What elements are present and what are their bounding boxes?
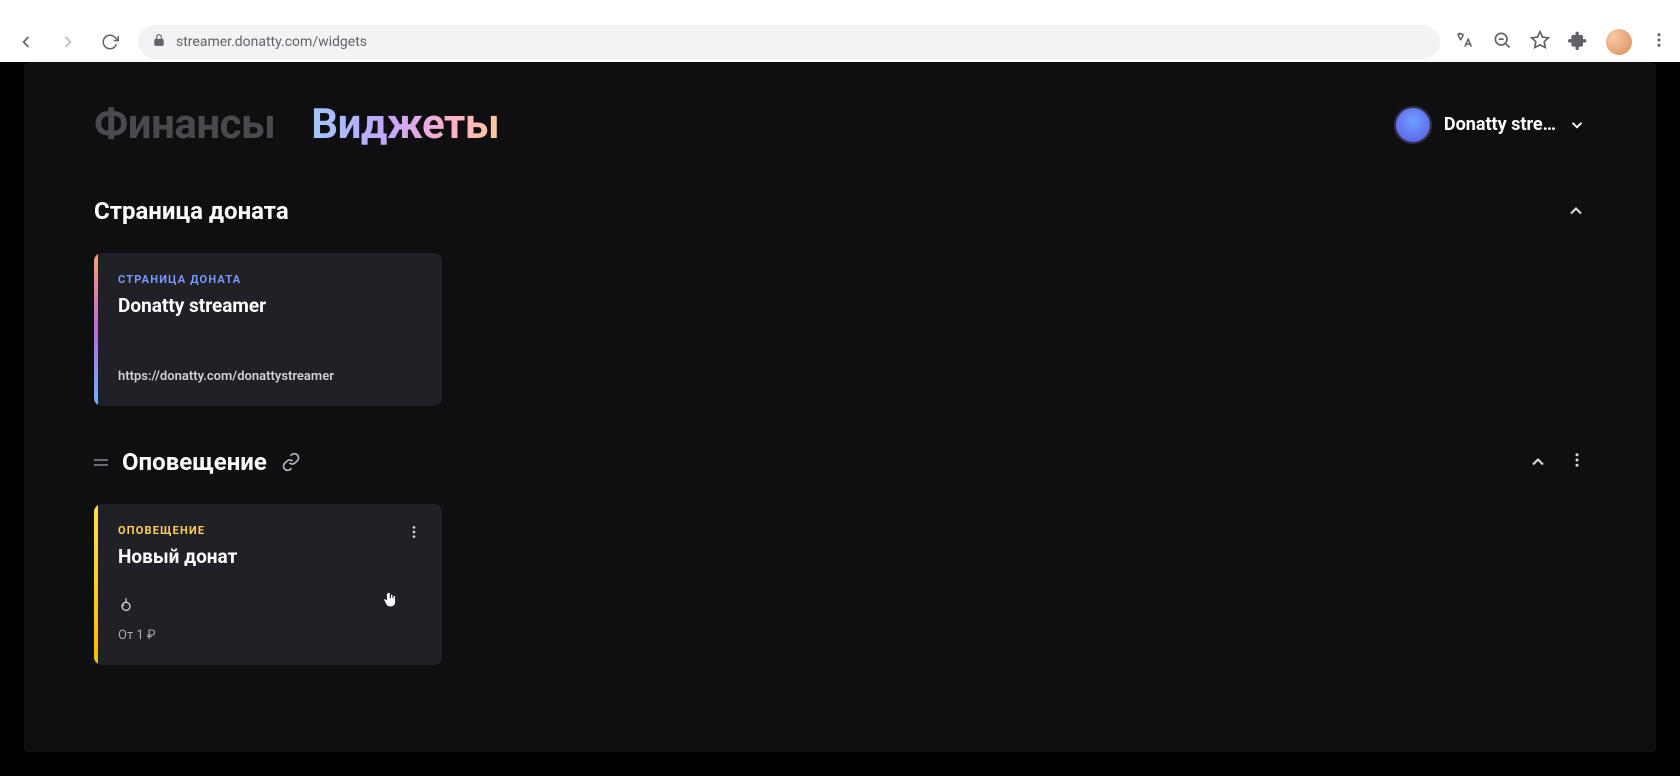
app-root: Финансы Виджеты Donatty stre… Страница д… (24, 62, 1656, 752)
browser-toolbar: streamer.donatty.com/widgets (0, 0, 1680, 62)
back-button[interactable] (12, 28, 40, 56)
donatty-icon (118, 596, 420, 618)
star-icon[interactable] (1530, 30, 1550, 54)
profile-avatar[interactable] (1606, 29, 1632, 55)
section-title-text: Оповещение (122, 448, 267, 476)
account-name: Donatty stre… (1444, 114, 1556, 135)
drag-handle-icon[interactable] (94, 459, 108, 466)
section-donation-page: Страница доната СТРАНИЦА ДОНАТА Donatty … (94, 197, 1586, 406)
translate-icon[interactable] (1454, 30, 1474, 54)
section-actions (1528, 451, 1586, 473)
tab-widgets[interactable]: Виджеты (311, 100, 499, 149)
account-menu[interactable]: Donatty stre… (1394, 106, 1586, 144)
card-title: Donatty streamer (118, 294, 420, 317)
header: Финансы Виджеты Donatty stre… (94, 100, 1586, 149)
reload-button[interactable] (96, 28, 124, 56)
collapse-button[interactable] (1528, 452, 1548, 472)
donation-page-card[interactable]: СТРАНИЦА ДОНАТА Donatty streamer https:/… (94, 253, 442, 406)
section-title: Страница доната (94, 197, 289, 225)
menu-icon[interactable] (1650, 31, 1668, 53)
card-title: Новый донат (118, 545, 420, 568)
main-tabs: Финансы Виджеты (94, 100, 499, 149)
lock-icon (152, 33, 166, 51)
card-more-button[interactable] (400, 518, 428, 550)
chevron-down-icon (1568, 116, 1586, 134)
address-bar[interactable]: streamer.donatty.com/widgets (138, 25, 1440, 59)
section-title-text: Страница доната (94, 197, 289, 225)
section-more-button[interactable] (1568, 451, 1586, 473)
section-head: Оповещение (94, 448, 1586, 476)
browser-right-icons (1454, 29, 1668, 55)
card-accent (94, 504, 98, 665)
extensions-icon[interactable] (1568, 30, 1588, 54)
link-icon[interactable] (281, 452, 301, 472)
section-head: Страница доната (94, 197, 1586, 225)
address-text: streamer.donatty.com/widgets (176, 34, 367, 50)
section-title: Оповещение (94, 448, 301, 476)
account-avatar (1394, 106, 1432, 144)
card-label: ОПОВЕЩЕНИЕ (118, 524, 420, 537)
alert-card[interactable]: ОПОВЕЩЕНИЕ Новый донат От 1 ₽ (94, 504, 442, 665)
card-label: СТРАНИЦА ДОНАТА (118, 273, 420, 286)
forward-button[interactable] (54, 28, 82, 56)
card-accent (94, 253, 98, 406)
collapse-button[interactable] (1566, 201, 1586, 221)
section-alert: Оповещение ОПОВЕЩЕНИЕ Новый донат (94, 448, 1586, 665)
card-url: https://donatty.com/donattystreamer (118, 369, 420, 384)
zoom-icon[interactable] (1492, 30, 1512, 54)
card-meta: От 1 ₽ (118, 628, 420, 643)
tab-finance[interactable]: Финансы (94, 100, 275, 149)
